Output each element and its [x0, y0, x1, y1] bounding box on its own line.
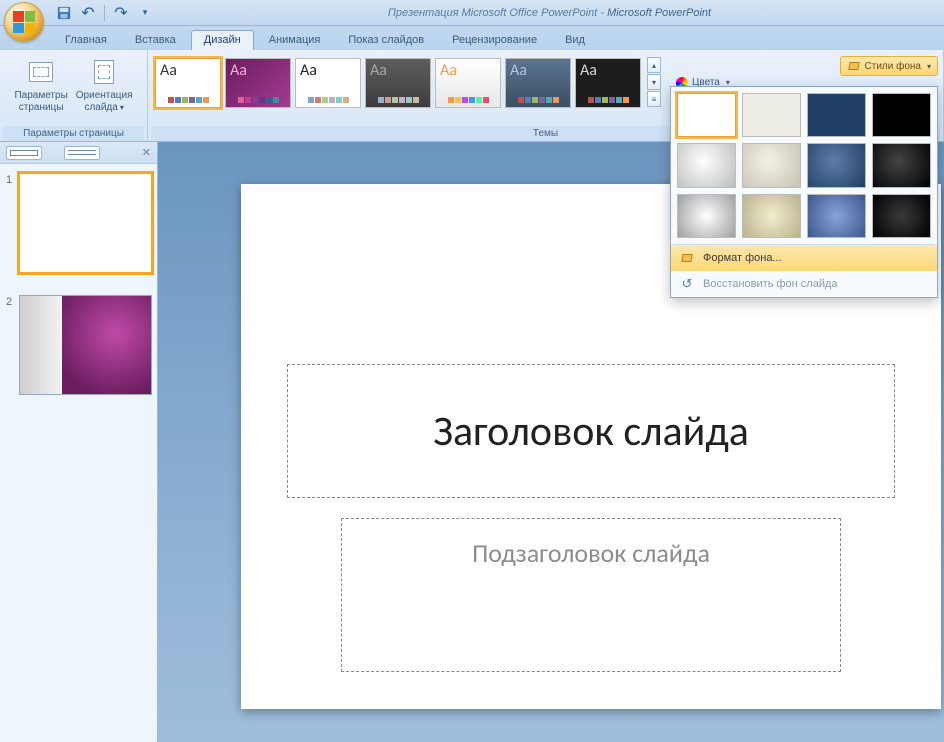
thumbnails-tabstrip: ✕ [0, 142, 157, 164]
background-style-cell[interactable] [807, 143, 866, 187]
theme-swatches [440, 97, 496, 103]
title-bar: ↶ ↷ ▾ Презентация Microsoft Office Power… [0, 0, 944, 26]
theme-thumbnail[interactable]: Aa [505, 58, 571, 108]
theme-sample-text: Aa [230, 63, 286, 79]
theme-sample-text: Aa [370, 63, 426, 79]
chevron-down-icon: ▾ [927, 62, 931, 71]
thumbnails-tab-slides[interactable] [6, 146, 42, 160]
theme-swatches [580, 97, 636, 103]
theme-thumbnail[interactable]: Aa [435, 58, 501, 108]
tab-slideshow[interactable]: Показ слайдов [335, 30, 437, 50]
theme-thumbnail[interactable]: Aa [295, 58, 361, 108]
theme-swatches [370, 97, 426, 103]
background-styles-button[interactable]: Стили фона ▾ [840, 56, 938, 76]
theme-thumbnail[interactable]: Aa [575, 58, 641, 108]
thumbnails-tab-outline[interactable] [64, 146, 100, 160]
background-style-cell[interactable] [742, 143, 801, 187]
group-page-params: Параметры страницы Ориентация слайда▾ Па… [0, 50, 148, 141]
theme-swatches [300, 97, 356, 103]
tab-animation[interactable]: Анимация [256, 30, 334, 50]
paint-bucket-icon [680, 252, 694, 264]
theme-sample-text: Aa [580, 63, 636, 79]
restore-icon: ↺ [679, 276, 695, 292]
save-button[interactable] [54, 3, 74, 23]
tab-insert[interactable]: Вставка [122, 30, 189, 50]
theme-sample-text: Aa [160, 63, 216, 79]
ribbon: Параметры страницы Ориентация слайда▾ Па… [0, 50, 944, 142]
slide-orientation-button[interactable]: Ориентация слайда▾ [73, 53, 136, 117]
background-style-cell[interactable] [742, 194, 801, 238]
slide-number: 2 [6, 296, 16, 308]
title-placeholder[interactable]: Заголовок слайда [287, 364, 895, 498]
themes-gallery-arrows: ▴ ▾ ≡ [647, 57, 661, 108]
background-style-cell[interactable] [742, 93, 801, 137]
title-placeholder-text: Заголовок слайда [433, 406, 749, 457]
tab-review[interactable]: Рецензирование [439, 30, 550, 50]
page-setup-icon [29, 62, 53, 82]
background-style-cell[interactable] [677, 93, 736, 137]
paint-bucket-icon [847, 60, 861, 72]
qat-customize-button[interactable]: ▾ [135, 3, 155, 23]
theme-thumbnail[interactable]: Aa [365, 58, 431, 108]
qat-separator [104, 5, 105, 21]
tab-design[interactable]: Дизайн [191, 30, 254, 50]
background-styles-panel: Формат фона... ↺ Восстановить фон слайда [670, 86, 938, 298]
slide-number: 1 [6, 174, 16, 186]
tab-home[interactable]: Главная [52, 30, 120, 50]
office-logo-icon [13, 11, 35, 33]
background-style-cell[interactable] [872, 194, 931, 238]
theme-thumbnail[interactable]: Aa [225, 58, 291, 108]
orientation-icon [94, 60, 114, 84]
chevron-down-icon: ▾ [120, 103, 124, 112]
theme-swatches [160, 97, 216, 103]
theme-sample-text: Aa [510, 63, 566, 79]
restore-background-menuitem[interactable]: ↺ Восстановить фон слайда [671, 271, 937, 297]
office-button[interactable] [4, 2, 44, 42]
themes-scroll-up[interactable]: ▴ [647, 57, 661, 73]
group-label-pageparams: Параметры страницы [3, 126, 144, 141]
theme-sample-text: Aa [300, 63, 356, 79]
format-background-menuitem[interactable]: Формат фона... [671, 245, 937, 271]
background-style-cell[interactable] [677, 194, 736, 238]
theme-swatches [510, 97, 566, 103]
slide-preview [20, 296, 151, 394]
subtitle-placeholder[interactable]: Подзаголовок слайда [341, 518, 841, 672]
slide-preview [20, 174, 151, 272]
background-style-cell[interactable] [677, 143, 736, 187]
slide-thumbnails-pane: ✕ 1 2 [0, 142, 158, 742]
background-style-cell[interactable] [807, 194, 866, 238]
quick-access-toolbar: ↶ ↷ ▾ [54, 3, 155, 23]
theme-sample-text: Aa [440, 63, 496, 79]
slide-thumbnail[interactable]: 2 [6, 296, 151, 394]
background-style-cell[interactable] [872, 143, 931, 187]
themes-scroll-down[interactable]: ▾ [647, 74, 661, 90]
undo-button[interactable]: ↶ [78, 3, 98, 23]
thumbnails-close[interactable]: ✕ [142, 146, 151, 159]
background-style-cell[interactable] [807, 93, 866, 137]
ribbon-tabs: Главная Вставка Дизайн Анимация Показ сл… [0, 26, 944, 50]
tab-view[interactable]: Вид [552, 30, 598, 50]
background-style-cell[interactable] [872, 93, 931, 137]
redo-button[interactable]: ↷ [111, 3, 131, 23]
themes-more[interactable]: ≡ [647, 91, 661, 107]
theme-thumbnail[interactable]: Aa [155, 58, 221, 108]
subtitle-placeholder-text: Подзаголовок слайда [472, 537, 710, 569]
theme-swatches [230, 97, 286, 103]
slide-thumbnail[interactable]: 1 [6, 174, 151, 272]
window-title: Презентация Microsoft Office PowerPoint … [155, 7, 944, 19]
page-params-button[interactable]: Параметры страницы [11, 53, 70, 117]
